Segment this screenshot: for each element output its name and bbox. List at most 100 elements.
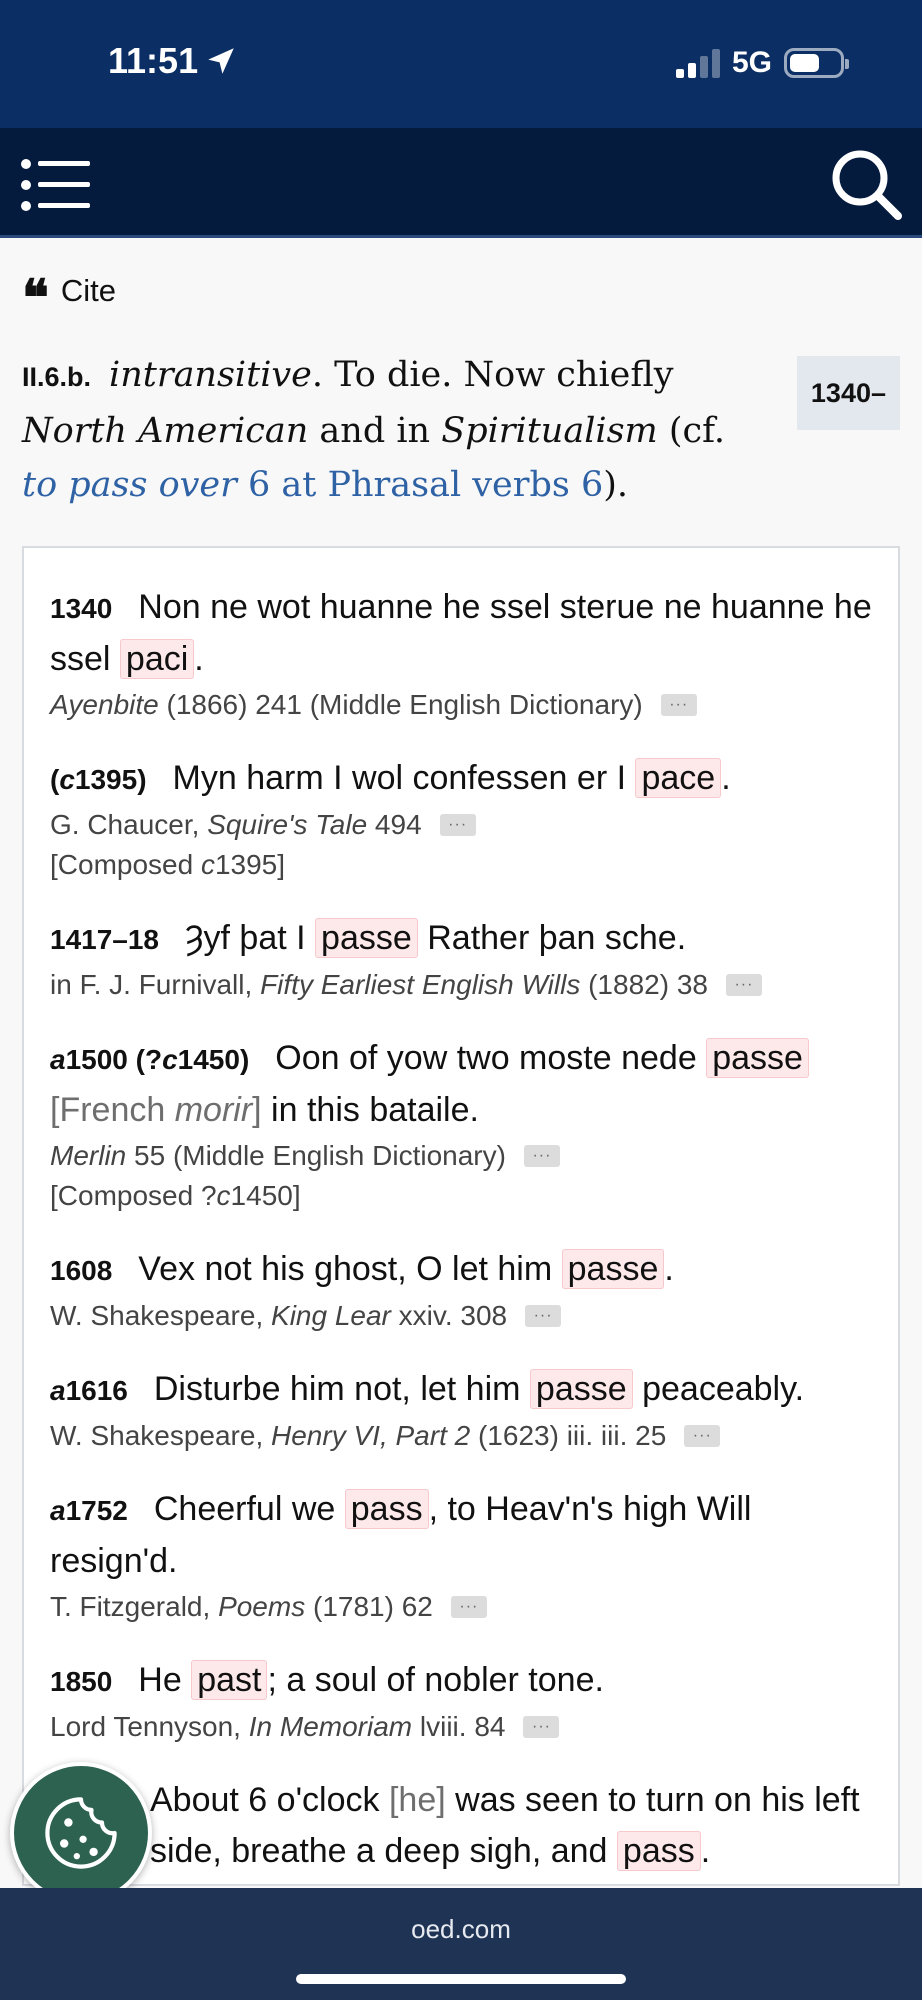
quotation-year: 1608 [50,1255,113,1286]
quote-text: Disturbe him not, let him [153,1370,530,1408]
quotation-year: a1500 (?c1450) [50,1044,249,1075]
clock-text: 11:51 [108,40,199,81]
source-title: Henry VI, Part 2 [271,1420,471,1451]
more-options-button[interactable]: ··· [525,1305,562,1327]
quotation: About 6 o'clock [he] was seen to turn on… [50,1775,872,1877]
link-text: 6 at Phrasal verbs 6 [236,465,604,505]
highlighted-word: passe [561,1249,665,1289]
source-text: W. Shakespeare, [50,1300,272,1331]
quotation-text: a1616 Disturbe him not, let him passe pea… [50,1364,872,1416]
location-arrow-icon [208,48,234,74]
quotation-source: W. Shakespeare, King Lear xxiv. 308 ··· [50,1296,872,1336]
year-part: c [162,1044,178,1075]
year-part: 1500 (? [65,1044,163,1075]
cite-button[interactable]: ❝ Cite [22,258,900,324]
quotation: a1752 Cheerful we pass, to Heav'n's high … [50,1484,872,1627]
hamburger-menu-icon[interactable] [20,156,92,214]
source-text: Lord Tennyson, [50,1711,249,1742]
note-text: 1395] [214,849,286,880]
source-text: lviii. 84 [412,1711,506,1742]
note-text: [Composed [50,849,201,880]
quotations-box: 1340 Non ne wot huanne he ssel sterue ne … [22,546,900,1886]
year-part: 1752 [65,1495,128,1526]
quotation-source: W. Shakespeare, Henry VI, Part 2 (1623) … [50,1416,872,1456]
note-text: 1450] [230,1180,301,1211]
more-options-button[interactable]: ··· [684,1425,721,1447]
year-part: 1450) [177,1044,250,1075]
browser-url-bar[interactable]: oed.com [0,1888,922,2000]
year-part: ( [50,764,60,795]
quote-text: peaceably. [632,1370,805,1408]
quotation: 1850 He past; a soul of nobler tone. Lord… [50,1655,872,1747]
sense-region: North American [22,411,309,451]
more-options-button[interactable]: ··· [660,694,697,716]
more-options-button[interactable]: ··· [439,814,476,836]
source-title: King Lear [271,1300,391,1331]
source-text: (1781) 62 [305,1591,433,1622]
composition-note: [Composed c1395] [50,845,872,885]
highlighted-word: paci [119,639,195,679]
quote-text: . [721,759,731,797]
quotation-text: 1608 Vex not his ghost, O let him passe. [50,1244,872,1296]
more-options-button[interactable]: ··· [725,974,762,996]
home-indicator[interactable] [296,1974,626,1984]
quotation-source: Ayenbite (1866) 241 (Middle English Dict… [50,685,872,725]
cookie-settings-button[interactable] [10,1762,152,1904]
composition-note: [Composed ?c1450] [50,1176,872,1216]
quotation: (c1395) Myn harm I wol confessen er I pac… [50,753,872,885]
more-options-button[interactable]: ··· [450,1596,487,1618]
quote-mark-icon: ❝ [22,268,49,327]
highlighted-word: pass [344,1489,429,1529]
source-title: Fifty Earliest English Wills [260,969,581,1000]
quotation-source: T. Fitzgerald, Poems (1781) 62 ··· [50,1587,872,1627]
quote-text: Myn harm I wol confessen er I [172,759,636,797]
quotation-text: a1752 Cheerful we pass, to Heav'n's high … [50,1484,872,1587]
quote-text: He [138,1661,192,1699]
sense-definition: II.6.b. intransitive. To die. Now chiefly… [22,348,900,512]
quotation-year: a1752 [50,1495,128,1526]
quotation: 1340 Non ne wot huanne he ssel sterue ne … [50,582,872,725]
source-title: Poems [218,1591,306,1622]
source-text: in F. J. Furnivall, [50,969,261,1000]
quotation-year: (c1395) [50,764,147,795]
source-text: G. Chaucer, [50,809,208,840]
cross-reference-link[interactable]: to pass over 6 at Phrasal verbs 6 [22,465,603,505]
sense-text: (cf. [657,411,725,451]
more-options-button[interactable]: ··· [523,1145,560,1167]
source-text: (1866) 241 (Middle English Dictionary) [158,689,643,720]
quote-text: About 6 o'clock [150,1781,389,1819]
quotation: 1417–18 Ȝyf þat I passe Rather þan sche. … [50,913,872,1005]
quote-text: . [700,1832,711,1870]
quote-text: in this bataile. [261,1091,479,1129]
note-text: c [200,849,215,880]
source-title: Ayenbite [50,689,159,720]
sense-text: ). [603,465,629,505]
quote-text: Vex not his ghost, O let him [138,1250,562,1288]
editorial-bracket: [he] [388,1781,446,1819]
quote-text: . [664,1250,674,1288]
note-text: c [216,1180,231,1211]
sense-domain: Spiritualism [441,411,658,451]
status-indicators: 5G [675,46,849,80]
year-part: a [50,1044,66,1075]
quotation-year: 1850 [50,1666,113,1697]
source-title: Merlin [50,1140,127,1171]
year-part: 1616 [65,1375,128,1406]
network-label: 5G [731,46,772,79]
more-options-button[interactable]: ··· [523,1716,560,1738]
quotation-year: a1616 [50,1375,128,1406]
quotation-text: 1340 Non ne wot huanne he ssel sterue ne … [50,582,872,685]
highlighted-word: passe [706,1038,809,1078]
quotation: a1500 (?c1450) Oon of yow two moste nede … [50,1033,872,1216]
bracket-text: ] [252,1091,262,1129]
quote-text: Ȝyf þat I [185,919,316,957]
quotation-source: Lord Tennyson, In Memoriam lviii. 84 ··· [50,1707,872,1747]
signal-strength-icon [675,48,720,78]
quotation: a1616 Disturbe him not, let him passe pea… [50,1364,872,1456]
source-text: xxiv. 308 [390,1300,508,1331]
cite-label: Cite [60,273,117,308]
sense-text: . To die. Now chiefly [311,355,674,395]
search-icon[interactable] [828,146,904,222]
date-range-badge: 1340– [796,356,900,430]
main-content: ❝ Cite II.6.b. intransitive. To die. Now … [0,240,922,1886]
